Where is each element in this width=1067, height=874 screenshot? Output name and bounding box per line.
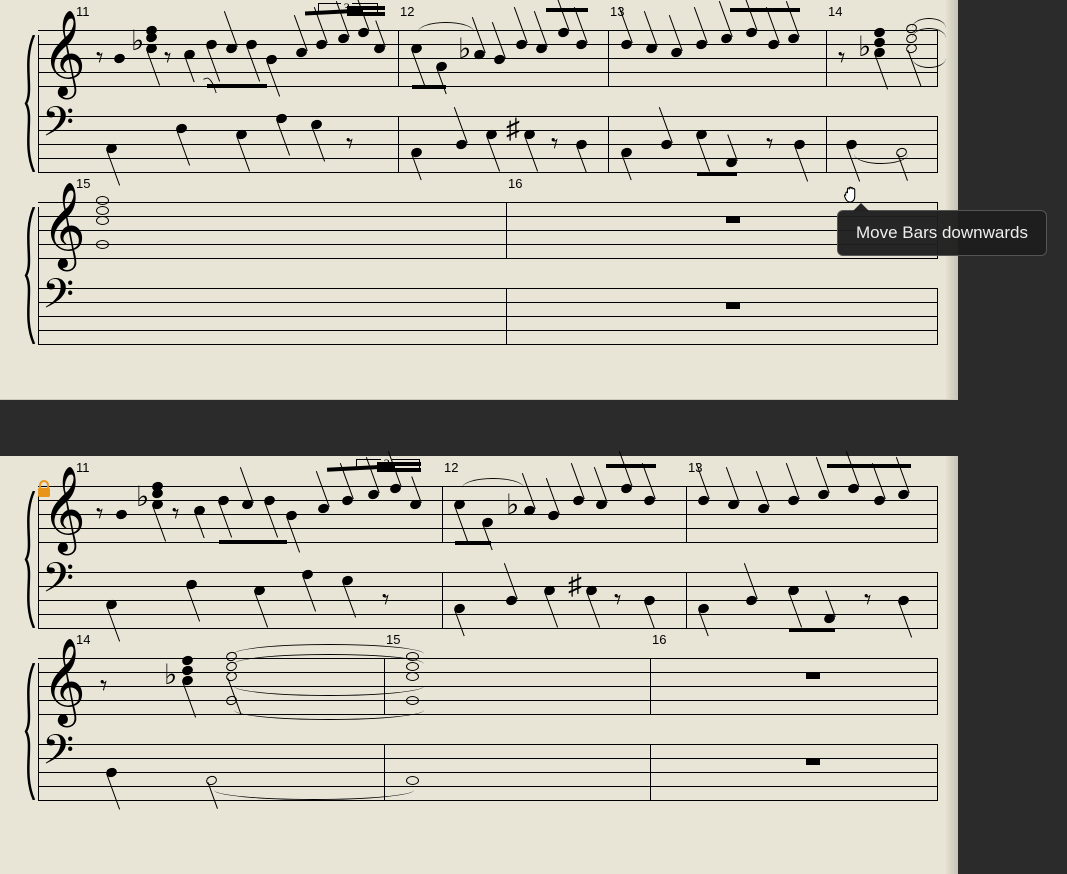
notes: 𝄾 ♭ 𝄾 bbox=[86, 486, 938, 542]
bass-staff[interactable]: 𝄢 𝄾 ♯ 𝄾 bbox=[38, 116, 938, 172]
page-edge bbox=[946, 0, 958, 399]
tooltip: Move Bars downwards bbox=[837, 210, 1047, 256]
bar-number: 11 bbox=[76, 460, 90, 475]
tooltip-arrow-icon bbox=[853, 203, 869, 211]
treble-clef-icon: 𝄞 bbox=[42, 645, 86, 719]
treble-clef-icon: 𝄞 bbox=[42, 189, 86, 263]
treble-clef-icon: 𝄞 bbox=[42, 17, 86, 91]
bar-number: 12 bbox=[400, 4, 414, 19]
brace-icon bbox=[20, 207, 38, 344]
bass-clef-icon: 𝄢 bbox=[42, 274, 74, 324]
treble-staff[interactable]: 𝄞 11 12 13 3 𝄾 ♭ 𝄾 bbox=[38, 486, 938, 542]
system-1-top[interactable]: 𝄞 11 12 13 14 3 𝄾 ♭ bbox=[38, 30, 938, 172]
notes bbox=[86, 744, 938, 800]
bar-number: 11 bbox=[76, 4, 90, 19]
tooltip-text: Move Bars downwards bbox=[856, 223, 1028, 242]
bar-number: 12 bbox=[444, 460, 458, 475]
notes bbox=[86, 288, 938, 344]
bar-number: 15 bbox=[386, 632, 400, 647]
treble-staff[interactable]: 𝄞 14 15 16 𝄾 ♭ bbox=[38, 658, 938, 714]
score-page-before[interactable]: 𝄞 11 12 13 14 3 𝄾 ♭ bbox=[0, 0, 958, 400]
system-2-bottom[interactable]: 𝄞 14 15 16 𝄾 ♭ bbox=[38, 658, 938, 800]
bass-staff[interactable]: 𝄢 bbox=[38, 288, 938, 344]
bass-staff[interactable]: 𝄢 𝄾 ♯ 𝄾 bbox=[38, 572, 938, 628]
score-view[interactable]: 𝄞 11 12 13 14 3 𝄾 ♭ bbox=[0, 0, 970, 846]
bass-staff[interactable]: 𝄢 bbox=[38, 744, 938, 800]
bass-clef-icon: 𝄢 bbox=[42, 102, 74, 152]
page-edge bbox=[946, 456, 958, 874]
bass-clef-icon: 𝄢 bbox=[42, 730, 74, 780]
score-page-after[interactable]: 𝄞 11 12 13 3 𝄾 ♭ 𝄾 bbox=[0, 456, 958, 874]
bar-number: 14 bbox=[828, 4, 842, 19]
bar-number: 16 bbox=[508, 176, 522, 191]
notes: 𝄾 ♯ 𝄾 𝄾 bbox=[86, 116, 938, 172]
treble-staff[interactable]: 𝄞 11 12 13 14 3 𝄾 ♭ bbox=[38, 30, 938, 86]
brace-icon bbox=[20, 491, 38, 628]
panel-separator bbox=[0, 400, 970, 428]
system-2-top[interactable]: 𝄞 15 16 𝄢 bbox=[38, 202, 938, 344]
system-1-bottom[interactable]: 𝄞 11 12 13 3 𝄾 ♭ 𝄾 bbox=[38, 486, 938, 628]
notes: 𝄾 ♭ 𝄾 bbox=[86, 30, 938, 86]
sidebar-area bbox=[970, 0, 1067, 846]
bar-number: 15 bbox=[76, 176, 90, 191]
grab-hand-icon bbox=[841, 184, 863, 204]
brace-icon bbox=[20, 663, 38, 800]
brace-icon bbox=[20, 35, 38, 172]
notes: 𝄾 ♯ 𝄾 𝄾 bbox=[86, 572, 938, 628]
bar-number: 14 bbox=[76, 632, 90, 647]
bass-clef-icon: 𝄢 bbox=[42, 558, 74, 608]
treble-staff[interactable]: 𝄞 15 16 bbox=[38, 202, 938, 258]
lock-icon bbox=[36, 480, 52, 498]
notes: 𝄾 ♭ bbox=[86, 658, 938, 714]
notes bbox=[86, 202, 938, 258]
bar-number: 16 bbox=[652, 632, 666, 647]
